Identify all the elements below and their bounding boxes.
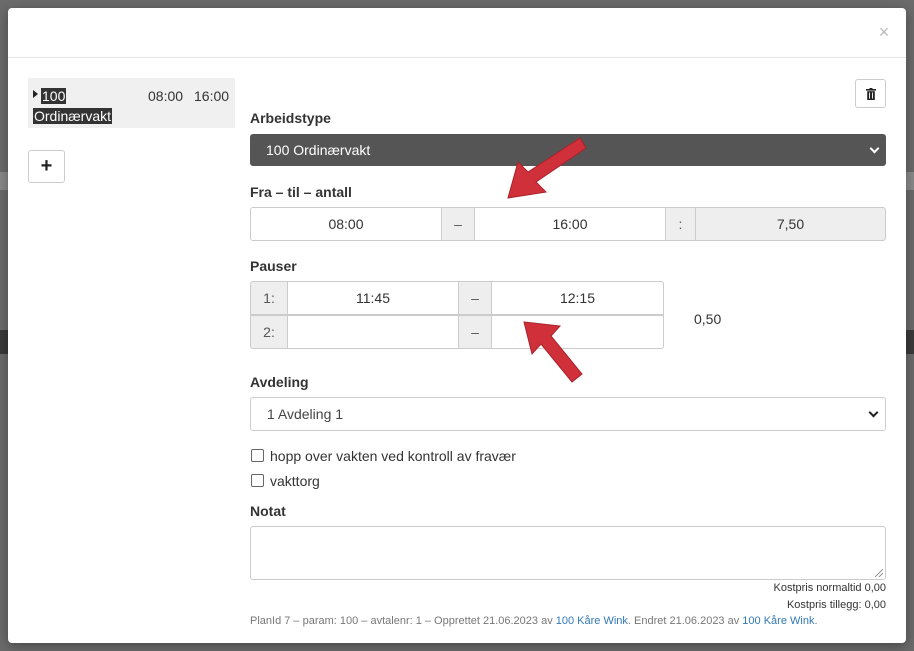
department-value: 1 Avdeling 1 (267, 406, 344, 422)
shift-to-time: 16:00 (194, 88, 230, 104)
pause-index: 1: (250, 281, 288, 315)
footer-prefix: PlanId 7 – param: 100 – avtalenr: 1 – Op… (250, 615, 556, 627)
arrow-annotation-icon (507, 137, 587, 199)
shift-dialog: × 100 Ordinærvakt 08:00 16:00 + Arbeidst… (8, 8, 906, 643)
skip-absence-label: hopp over vakten ved kontroll av fravær (270, 448, 516, 464)
worktype-label: Arbeidstype (250, 110, 331, 126)
time-from-input[interactable]: 08:00 (250, 207, 442, 241)
shift-from-time: 08:00 (148, 88, 184, 104)
note-label: Notat (250, 503, 286, 519)
pause-dash: – (458, 281, 492, 315)
delete-button[interactable] (855, 79, 886, 108)
department-label: Avdeling (250, 374, 309, 390)
time-count-field: 7,50 (695, 207, 886, 241)
worktype-value: 100 Ordinærvakt (266, 142, 371, 158)
footer-suffix: . (814, 615, 818, 627)
shift-list-item[interactable]: 100 Ordinærvakt 08:00 16:00 (28, 78, 235, 128)
pause-dash: – (458, 315, 492, 349)
changed-by-link[interactable]: 100 Kåre Wink (742, 615, 814, 627)
close-button[interactable]: × (872, 20, 896, 44)
time-dash: – (441, 207, 475, 241)
created-by-link[interactable]: 100 Kåre Wink (556, 615, 628, 627)
pause-2-from-input[interactable] (287, 315, 459, 349)
department-select[interactable]: 1 Avdeling 1 (250, 397, 886, 431)
pause-1-from-input[interactable]: 11:45 (287, 281, 459, 315)
shift-list: 100 Ordinærvakt 08:00 16:00 + (28, 78, 235, 183)
time-to-input[interactable]: 16:00 (474, 207, 666, 241)
pauses-label: Pauser (250, 258, 297, 274)
vakttorg-checkbox[interactable] (251, 474, 264, 487)
resize-handle[interactable] (875, 569, 883, 577)
note-textarea[interactable] (250, 526, 886, 580)
chevron-down-icon (868, 407, 879, 418)
pause-1-to-input[interactable]: 12:15 (491, 281, 664, 315)
add-shift-button[interactable]: + (28, 150, 65, 183)
shift-name-line1: 100 (41, 88, 67, 104)
chevron-down-icon (869, 143, 880, 154)
time-label: Fra – til – antall (250, 184, 352, 200)
shift-name-line2: Ordinærvakt (33, 108, 113, 124)
audit-footer: PlanId 7 – param: 100 – avtalenr: 1 – Op… (250, 615, 818, 627)
arrow-annotation-icon (523, 321, 583, 383)
skip-absence-checkbox[interactable] (251, 449, 264, 462)
cost-normal: Kostpris normaltid 0,00 (773, 582, 887, 594)
vakttorg-label: vakttorg (270, 473, 320, 489)
shift-name: 100 Ordinærvakt (33, 86, 133, 126)
time-colon: : (665, 207, 696, 241)
footer-middle: . Endret 21.06.2023 av (627, 615, 743, 627)
pause-index: 2: (250, 315, 288, 349)
cost-extra: Kostpris tillegg: 0,00 (786, 599, 886, 611)
dialog-header: × (8, 8, 906, 58)
pause-total: 0,50 (694, 311, 722, 327)
trash-icon (866, 88, 876, 100)
